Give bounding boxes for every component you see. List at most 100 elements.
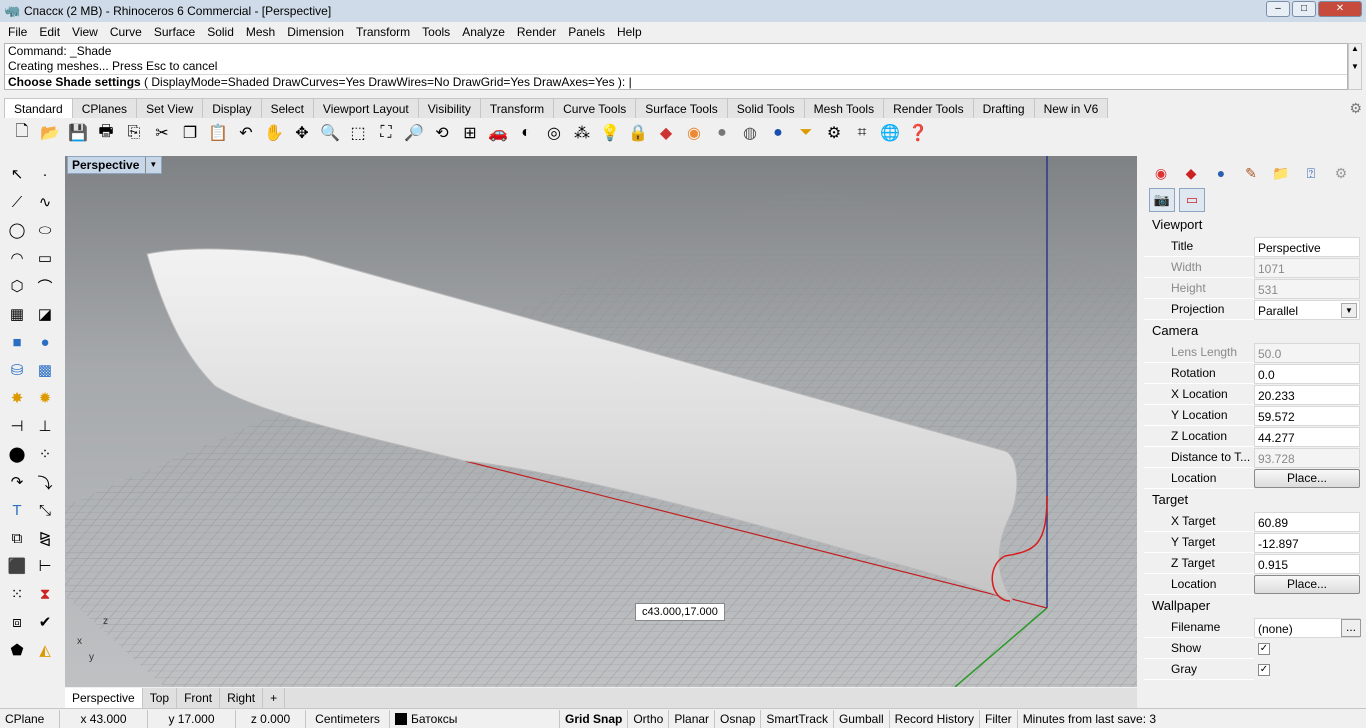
- material-icon[interactable]: ◆: [652, 120, 680, 146]
- move-icon[interactable]: ↷: [3, 469, 31, 495]
- minimize-button[interactable]: –: [1266, 1, 1290, 17]
- show-checkbox[interactable]: ✓: [1258, 642, 1270, 655]
- distance-field[interactable]: 93.728: [1254, 447, 1360, 468]
- y-location-field[interactable]: 59.572: [1254, 405, 1360, 426]
- menu-edit[interactable]: Edit: [33, 25, 66, 39]
- curve-icon[interactable]: ∿: [31, 189, 59, 215]
- rotation-field[interactable]: 0.0: [1254, 363, 1360, 384]
- menu-view[interactable]: View: [66, 25, 104, 39]
- trim-icon[interactable]: ⊣: [3, 413, 31, 439]
- planar-toggle[interactable]: Planar: [669, 709, 716, 728]
- menu-curve[interactable]: Curve: [104, 25, 148, 39]
- layout-icon[interactable]: ⧈: [3, 609, 31, 635]
- zoom-window-icon[interactable]: ⬚: [344, 120, 372, 146]
- tab-new-in-v6[interactable]: New in V6: [1033, 98, 1109, 118]
- text-icon[interactable]: T: [3, 497, 31, 523]
- ortho-toggle[interactable]: Ortho: [628, 709, 670, 728]
- color-wheel-icon[interactable]: ◉: [1150, 163, 1172, 183]
- tab-visibility[interactable]: Visibility: [417, 98, 481, 118]
- rendered-icon[interactable]: ◍: [736, 120, 764, 146]
- menu-surface[interactable]: Surface: [148, 25, 201, 39]
- paint-icon[interactable]: ◭: [31, 637, 59, 663]
- polygon-icon[interactable]: ⬡: [3, 273, 31, 299]
- surface-icon[interactable]: ▦: [3, 301, 31, 327]
- gray-checkbox[interactable]: ✓: [1258, 663, 1270, 676]
- tab-viewport-layout[interactable]: Viewport Layout: [312, 98, 419, 118]
- undo-view-icon[interactable]: ⟲: [428, 120, 456, 146]
- chevron-down-icon[interactable]: ▼: [145, 157, 157, 173]
- menu-dimension[interactable]: Dimension: [281, 25, 350, 39]
- globe-icon[interactable]: 🌐: [876, 120, 904, 146]
- explode-icon[interactable]: ✹: [31, 385, 59, 411]
- menu-tools[interactable]: Tools: [416, 25, 456, 39]
- perspective-viewport[interactable]: Perspective ▼ c43.000,17.000 z x y: [65, 156, 1137, 687]
- tab-transform[interactable]: Transform: [479, 98, 555, 118]
- close-button[interactable]: ✕: [1318, 1, 1362, 17]
- point-icon[interactable]: ·: [31, 161, 59, 187]
- mirror-icon[interactable]: ⧎: [31, 525, 59, 551]
- snap-icon[interactable]: ⧗: [31, 581, 59, 607]
- import-icon[interactable]: ⎘: [120, 120, 148, 146]
- cube-view-icon[interactable]: ⬛: [3, 553, 31, 579]
- paste-icon[interactable]: 📋: [204, 120, 232, 146]
- menu-transform[interactable]: Transform: [350, 25, 416, 39]
- folder-icon[interactable]: 📁: [1270, 163, 1292, 183]
- align-icon[interactable]: ⧉: [3, 525, 31, 551]
- mesh-icon[interactable]: ▩: [31, 357, 59, 383]
- osnap-toggle[interactable]: Osnap: [715, 709, 762, 728]
- gear-icon[interactable]: ⚙: [1349, 100, 1362, 117]
- record-history-toggle[interactable]: Record History: [890, 709, 981, 728]
- circle-icon[interactable]: ◯: [3, 217, 31, 243]
- units-indicator[interactable]: Centimeters: [306, 709, 390, 728]
- solid-sphere-icon[interactable]: ●: [31, 329, 59, 355]
- tab-drafting[interactable]: Drafting: [972, 98, 1035, 118]
- grid-snap-toggle[interactable]: Grid Snap: [560, 709, 629, 728]
- tab-display[interactable]: Display: [202, 98, 262, 118]
- menu-analyze[interactable]: Analyze: [456, 25, 511, 39]
- viewport-tab-front[interactable]: Front: [177, 688, 221, 708]
- tab-solid-tools[interactable]: Solid Tools: [726, 98, 805, 118]
- viewport-frame-icon[interactable]: ▭: [1179, 188, 1205, 212]
- panel-gear-icon[interactable]: ⚙: [1330, 163, 1352, 183]
- light-icon[interactable]: 💡: [596, 120, 624, 146]
- brush-icon[interactable]: ✎: [1240, 163, 1262, 183]
- x-target-field[interactable]: 60.89: [1254, 511, 1360, 532]
- select-arrow-icon[interactable]: ↖: [3, 161, 31, 187]
- filter-icon[interactable]: ⏷: [792, 120, 820, 146]
- split-icon[interactable]: ⊥: [31, 413, 59, 439]
- menu-file[interactable]: File: [2, 25, 33, 39]
- z-target-field[interactable]: 0.915: [1254, 553, 1360, 574]
- menu-mesh[interactable]: Mesh: [240, 25, 281, 39]
- projection-dropdown-icon[interactable]: ▼: [1341, 302, 1357, 318]
- rectangle-icon[interactable]: ▭: [31, 245, 59, 271]
- maximize-button[interactable]: □: [1292, 1, 1316, 17]
- loft-icon[interactable]: ◪: [31, 301, 59, 327]
- tab-surface-tools[interactable]: Surface Tools: [635, 98, 728, 118]
- polyline-icon[interactable]: ⟋: [3, 189, 31, 215]
- menu-solid[interactable]: Solid: [201, 25, 240, 39]
- tab-render-tools[interactable]: Render Tools: [883, 98, 974, 118]
- filter-toggle[interactable]: Filter: [980, 709, 1018, 728]
- color-icon[interactable]: ◉: [680, 120, 708, 146]
- rotate-icon[interactable]: ✥: [288, 120, 316, 146]
- camera-icon[interactable]: 📷: [1149, 188, 1175, 212]
- menu-panels[interactable]: Panels: [562, 25, 611, 39]
- four-viewports-icon[interactable]: ⊞: [456, 120, 484, 146]
- arc-icon[interactable]: ◠: [3, 245, 31, 271]
- fillet-curve-icon[interactable]: ⌒: [31, 273, 59, 299]
- browse-button[interactable]: ...: [1341, 618, 1361, 637]
- print-icon[interactable]: 🖶: [92, 120, 120, 146]
- check-icon[interactable]: ✔: [31, 609, 59, 635]
- add-viewport-icon[interactable]: +: [263, 688, 286, 708]
- pan-icon[interactable]: ✋: [260, 120, 288, 146]
- zoom-extents-icon[interactable]: ⛶: [372, 120, 400, 146]
- osnap-icon[interactable]: ◎: [540, 120, 568, 146]
- tab-standard[interactable]: Standard: [4, 98, 73, 118]
- group-icon[interactable]: ⬤: [3, 441, 31, 467]
- car-icon[interactable]: 🚗: [484, 120, 512, 146]
- zoom-icon[interactable]: 🔍: [316, 120, 344, 146]
- copy-icon[interactable]: ❐: [176, 120, 204, 146]
- y-target-field[interactable]: -12.897: [1254, 532, 1360, 553]
- title-field[interactable]: Perspective: [1254, 236, 1360, 257]
- menu-help[interactable]: Help: [611, 25, 648, 39]
